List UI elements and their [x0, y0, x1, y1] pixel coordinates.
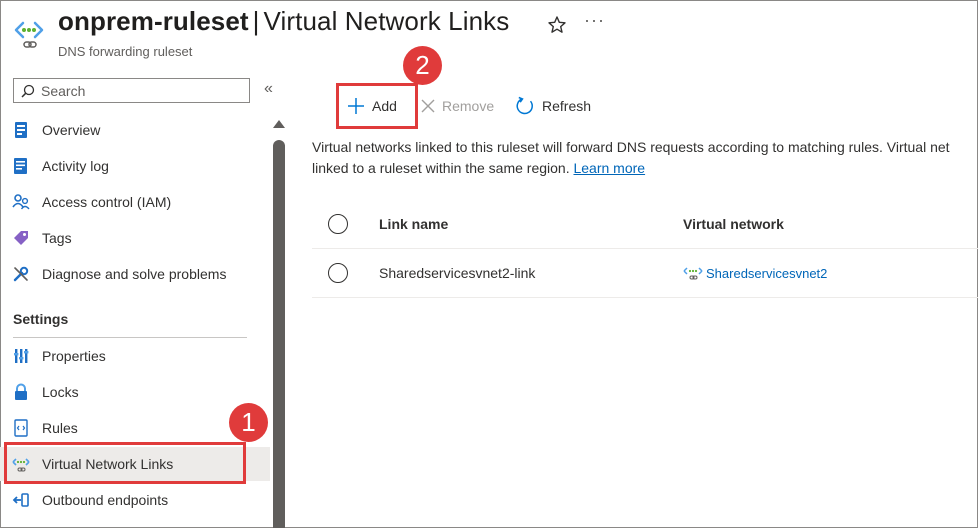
- description-line-2: linked to a ruleset within the same regi…: [312, 158, 978, 179]
- tag-icon: [14, 231, 28, 245]
- learn-more-link[interactable]: Learn more: [573, 160, 645, 176]
- remove-label: Remove: [442, 98, 495, 114]
- dns-ruleset-resource-icon: [14, 21, 44, 48]
- more-options-button[interactable]: ···: [584, 10, 605, 31]
- sidebar-item-outbound-endpoints[interactable]: Outbound endpoints: [0, 483, 270, 517]
- sidebar-search-input[interactable]: [41, 82, 241, 99]
- sidebar-scrollbar-thumb[interactable]: [273, 140, 285, 528]
- lock-icon: [15, 383, 27, 400]
- select-all-radio[interactable]: [328, 214, 348, 234]
- outbound-endpoint-icon: [12, 493, 29, 507]
- virtual-network-link[interactable]: Sharedservicesvnet2: [683, 265, 827, 281]
- link-name-cell: Sharedservicesvnet2-link: [379, 265, 536, 281]
- activity-log-icon: [14, 158, 27, 174]
- highlight-box-add: [336, 83, 418, 129]
- description-line-2-text: linked to a ruleset within the same regi…: [312, 160, 570, 176]
- sidebar-item-diagnose[interactable]: Diagnose and solve problems: [0, 257, 270, 291]
- virtual-network-name: Sharedservicesvnet2: [706, 265, 828, 281]
- column-header-link-name[interactable]: Link name: [379, 216, 448, 232]
- row-divider: [312, 297, 978, 298]
- resource-name: onprem-ruleset: [58, 6, 249, 36]
- sidebar-item-tags[interactable]: Tags: [0, 221, 270, 255]
- step-callout-2: 2: [403, 46, 442, 85]
- sidebar-item-properties[interactable]: Properties: [0, 339, 270, 373]
- sidebar-item-label: Properties: [42, 348, 106, 364]
- sidebar-item-label: Diagnose and solve problems: [42, 266, 227, 282]
- description-line-1: Virtual networks linked to this ruleset …: [312, 139, 950, 155]
- sidebar-item-label: Locks: [42, 384, 79, 400]
- close-icon: [421, 99, 435, 113]
- row-select-radio[interactable]: [328, 263, 348, 283]
- scroll-up-arrow-icon[interactable]: [273, 120, 285, 128]
- refresh-button[interactable]: Refresh: [515, 92, 591, 120]
- sidebar-item-label: Tags: [42, 230, 72, 246]
- rules-icon: [14, 419, 28, 437]
- sidebar-item-locks[interactable]: Locks: [0, 375, 270, 409]
- page-name: Virtual Network Links: [263, 6, 510, 36]
- sidebar-item-label: Access control (IAM): [42, 194, 172, 210]
- sidebar-item-label: Overview: [42, 122, 101, 138]
- remove-button[interactable]: Remove: [421, 92, 494, 120]
- virtual-network-icon: [683, 267, 703, 280]
- collapse-sidebar-button[interactable]: «: [264, 80, 273, 98]
- sidebar-search-box[interactable]: [13, 78, 250, 103]
- sidebar-item-label: Rules: [42, 420, 78, 436]
- resource-type-subtitle: DNS forwarding ruleset: [58, 44, 193, 59]
- refresh-icon: [516, 96, 533, 115]
- column-header-virtual-network[interactable]: Virtual network: [683, 216, 784, 232]
- highlight-box-virtual-network-links: [4, 442, 246, 484]
- header-divider: [312, 248, 978, 249]
- sidebar-item-label: Activity log: [42, 158, 109, 174]
- sidebar-item-label: Outbound endpoints: [42, 492, 169, 508]
- search-icon: [21, 84, 35, 98]
- sidebar-item-activity-log[interactable]: Activity log: [0, 149, 270, 183]
- iam-icon: [12, 194, 30, 210]
- settings-section-title: Settings: [13, 311, 69, 327]
- sidebar-item-access-control[interactable]: Access control (IAM): [0, 185, 270, 219]
- sidebar-item-overview[interactable]: Overview: [0, 113, 270, 147]
- description-text: Virtual networks linked to this ruleset …: [312, 137, 978, 179]
- step-callout-1: 1: [229, 403, 268, 442]
- section-divider: [13, 337, 247, 338]
- wrench-icon: [13, 266, 29, 282]
- title-separator: |: [252, 6, 260, 36]
- overview-icon: [15, 122, 27, 138]
- page-title: onprem-ruleset | Virtual Network Links: [58, 6, 509, 37]
- properties-icon: [14, 349, 29, 363]
- refresh-label: Refresh: [542, 98, 592, 114]
- favorite-star-icon[interactable]: [546, 14, 568, 36]
